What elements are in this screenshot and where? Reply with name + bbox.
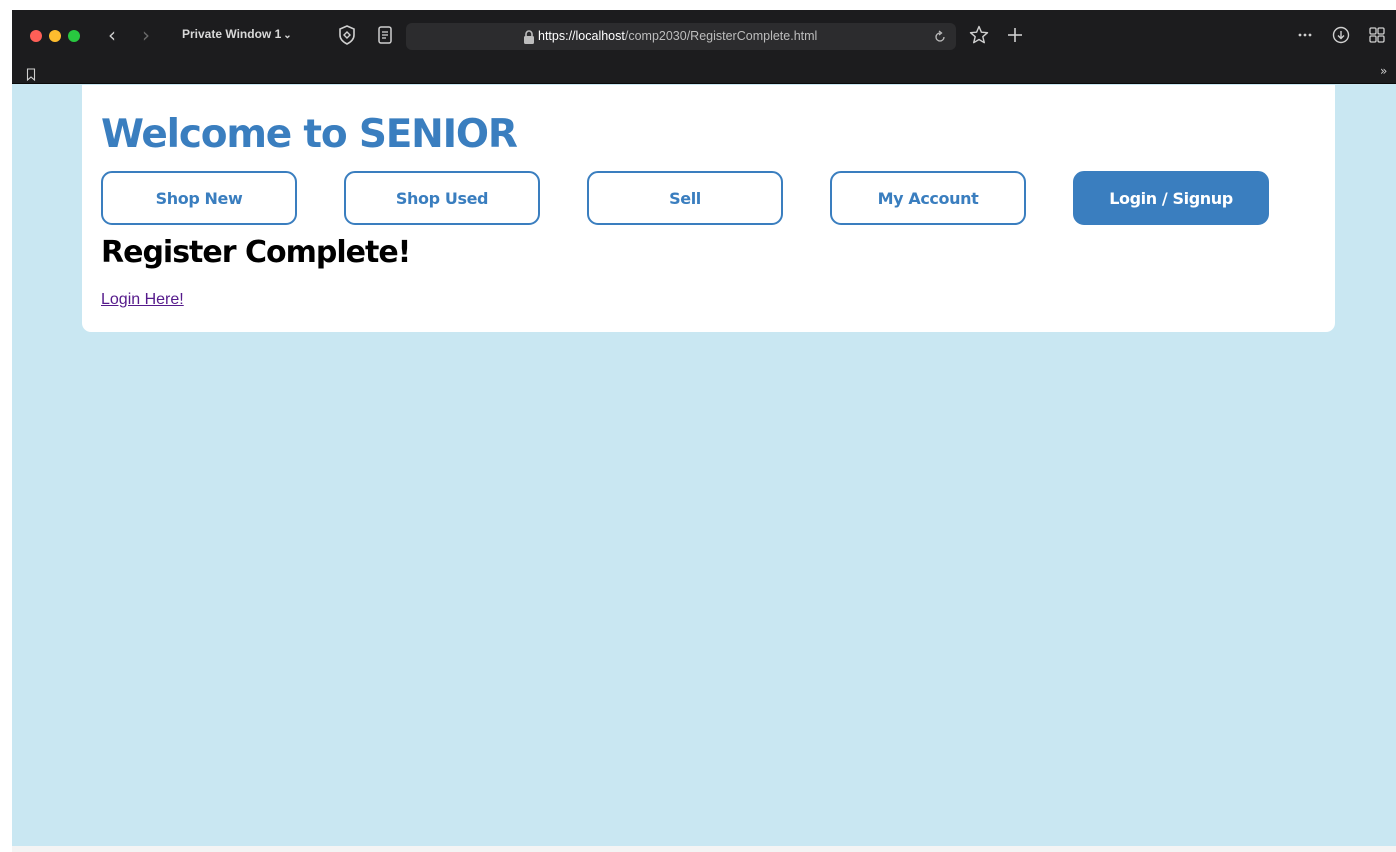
chevron-right-icon[interactable]: ›	[142, 23, 150, 47]
browser-toolbar: ‹ › Private Window 1 ⌄ https://localhost/…	[12, 10, 1396, 62]
star-icon[interactable]	[968, 24, 990, 46]
reader-icon[interactable]	[374, 24, 396, 46]
bookmarks-bar: »	[12, 62, 1396, 84]
browser-window: ‹ › Private Window 1 ⌄ https://localhost/…	[12, 10, 1396, 846]
more-icon[interactable]	[1294, 24, 1316, 46]
plus-icon[interactable]	[1004, 24, 1026, 46]
maximize-window-button[interactable]	[68, 30, 80, 42]
shop-used-button[interactable]: Shop Used	[344, 171, 540, 225]
reload-icon[interactable]	[933, 29, 947, 43]
screen: ‹ › Private Window 1 ⌄ https://localhost/…	[0, 0, 1396, 852]
url-text: https://localhost/comp2030/RegisterCompl…	[538, 29, 817, 43]
chevron-left-icon[interactable]: ‹	[108, 23, 116, 47]
window-label-text: Private Window 1	[182, 27, 282, 41]
shop-new-button[interactable]: Shop New	[101, 171, 297, 225]
login-signup-button[interactable]: Login / Signup	[1073, 171, 1269, 225]
chevron-down-icon: ⌄	[283, 30, 292, 41]
login-here-link[interactable]: Login Here!	[101, 291, 184, 309]
bookmark-icon[interactable]	[26, 66, 36, 82]
site-title: Welcome to SENIOR	[101, 112, 518, 157]
window-switcher[interactable]: Private Window 1 ⌄	[182, 27, 292, 41]
minimize-window-button[interactable]	[49, 30, 61, 42]
grid-icon[interactable]	[1366, 24, 1388, 46]
page-heading: Register Complete!	[101, 235, 411, 270]
page-content: Welcome to SENIOR Shop New Shop Used Sel…	[12, 85, 1396, 846]
window-bottom-edge	[12, 846, 1396, 852]
desktop-edge	[0, 0, 12, 852]
sell-button[interactable]: Sell	[587, 171, 783, 225]
close-window-button[interactable]	[30, 30, 42, 42]
address-bar[interactable]: https://localhost/comp2030/RegisterCompl…	[406, 23, 956, 50]
overflow-icon[interactable]: »	[1380, 64, 1387, 78]
content-card: Welcome to SENIOR Shop New Shop Used Sel…	[82, 85, 1335, 332]
url-host: https://localhost	[538, 29, 625, 43]
privacy-report-icon[interactable]	[336, 24, 358, 46]
lock-icon	[523, 29, 535, 44]
url-path: /comp2030/RegisterComplete.html	[624, 29, 818, 43]
my-account-button[interactable]: My Account	[830, 171, 1026, 225]
download-icon[interactable]	[1330, 24, 1352, 46]
